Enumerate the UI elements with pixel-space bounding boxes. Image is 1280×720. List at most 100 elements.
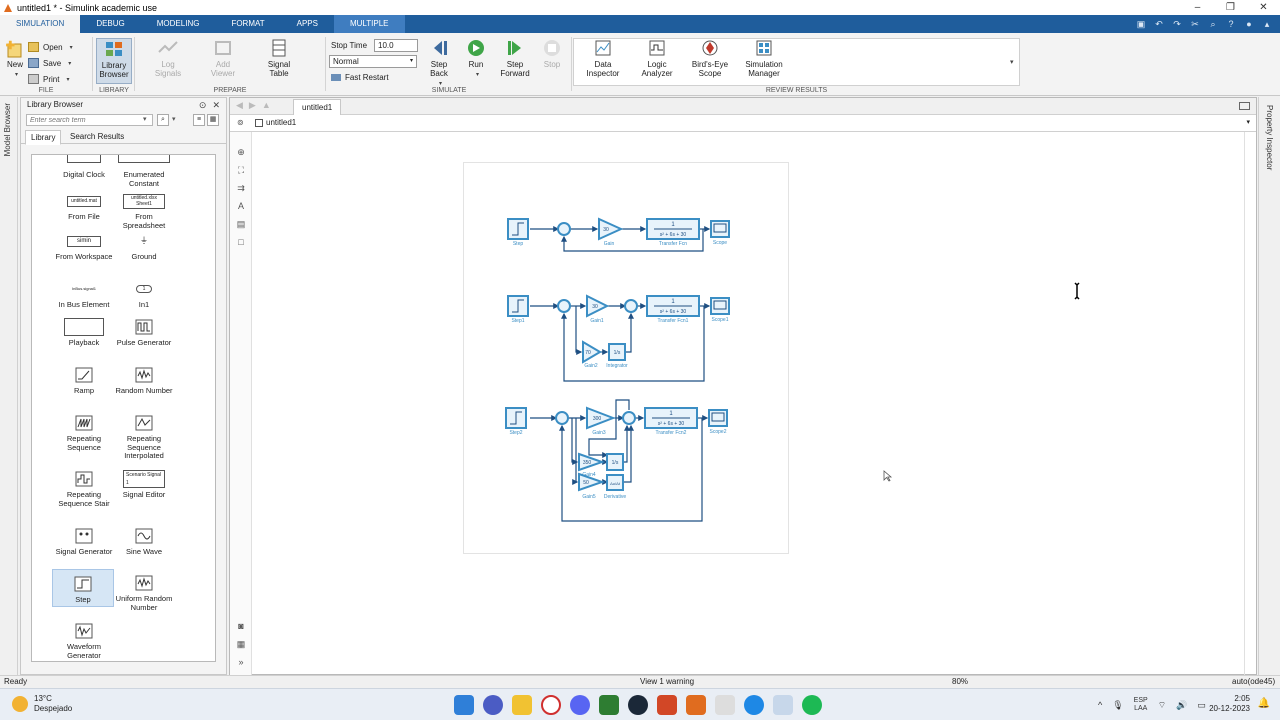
data-inspector-button[interactable]: Data Inspector	[585, 38, 621, 78]
tab-simulation[interactable]: SIMULATION	[0, 15, 81, 33]
library-item-signal-generator[interactable]: Signal Generator	[54, 526, 114, 557]
annotation-icon[interactable]: A	[235, 200, 247, 212]
community-icon[interactable]: ●	[1242, 17, 1256, 31]
tab-multiple[interactable]: MULTIPLE	[333, 15, 405, 33]
library-item-repeating-sequence[interactable]: Repeating Sequence	[54, 413, 114, 452]
tab-modeling[interactable]: MODELING	[141, 15, 216, 33]
properties-icon[interactable]: ▦	[235, 638, 247, 650]
tab-debug[interactable]: DEBUG	[80, 15, 140, 33]
ribbon-overflow-icon[interactable]: ▾	[1010, 58, 1014, 66]
up-arrow-icon[interactable]: ▲	[262, 100, 271, 111]
volume-icon[interactable]: 🔊	[1176, 700, 1187, 711]
log-signals-button[interactable]: Log Signals	[149, 38, 187, 78]
sum4-block[interactable]	[622, 411, 636, 425]
library-item-sine-wave[interactable]: Sine Wave	[114, 526, 174, 557]
file-explorer-icon[interactable]	[512, 695, 532, 715]
property-inspector-tab[interactable]: Property Inspector	[1265, 105, 1274, 170]
canvas-scrollbar[interactable]	[1244, 132, 1256, 675]
library-item-playback[interactable]: Playback	[54, 317, 114, 348]
help-icon[interactable]: ?	[1224, 17, 1238, 31]
notepad-icon[interactable]	[715, 695, 735, 715]
close-icon[interactable]: ✕	[1247, 0, 1280, 15]
expand-palette-icon[interactable]: »	[235, 656, 247, 668]
run-button[interactable]: Run ▾	[464, 38, 488, 80]
collapse-ribbon-icon[interactable]: ▴	[1260, 17, 1274, 31]
hide-explorer-icon[interactable]: ⊚	[237, 118, 244, 127]
new-button[interactable]: New ▾	[4, 38, 26, 80]
library-item-from-file[interactable]: untitled.mat From File	[54, 191, 114, 222]
screenshot-icon[interactable]: ◙	[235, 620, 247, 632]
undo-icon[interactable]: ↶	[1152, 17, 1166, 31]
model-browser-tab[interactable]: Model Browser	[3, 103, 12, 156]
chevron-down-icon[interactable]: ▾	[1246, 118, 1250, 126]
library-item-in-bus-element[interactable]: InBus.signal1 In Bus Element	[54, 279, 114, 310]
windows-start-icon[interactable]	[454, 695, 474, 715]
save-quick-icon[interactable]: ▣	[1134, 17, 1148, 31]
library-item-signal-editor[interactable]: Scenario Signal 1 Signal Editor	[114, 469, 174, 500]
search-docs-icon[interactable]: ⌕	[1206, 17, 1220, 31]
fast-restart-button[interactable]: Fast Restart	[331, 73, 389, 82]
language-indicator[interactable]: ESP LAA	[1134, 697, 1148, 713]
solver-link[interactable]: auto(ode45)	[1232, 677, 1275, 686]
tab-untitled1[interactable]: untitled1	[293, 99, 342, 115]
library-item-from-workspace[interactable]: simin From Workspace	[54, 231, 114, 262]
library-item-repeating-sequence-interpolated[interactable]: Repeating Sequence Interpolated	[114, 413, 174, 461]
maximize-icon[interactable]: ❐	[1214, 0, 1247, 15]
library-item-uniform-random-number[interactable]: Uniform Random Number	[114, 573, 174, 612]
library-item-ramp[interactable]: Ramp	[54, 365, 114, 396]
tab-library[interactable]: Library	[25, 130, 62, 145]
library-item-ground[interactable]: ⏚ Ground	[114, 231, 174, 262]
photos-icon[interactable]	[773, 695, 793, 715]
list-view-icon[interactable]: ≡	[193, 114, 205, 126]
warning-link[interactable]: View 1 warning	[640, 677, 694, 686]
library-item-waveform-generator[interactable]: Waveform Generator	[54, 621, 114, 660]
network-icon[interactable]: ⌔	[1158, 700, 1166, 711]
signal-table-button[interactable]: Signal Table	[261, 38, 297, 78]
edge-icon[interactable]	[744, 695, 764, 715]
steam-icon[interactable]	[628, 695, 648, 715]
breadcrumb[interactable]: untitled1	[266, 118, 296, 127]
step-forward-button[interactable]: Step Forward	[499, 38, 531, 78]
birds-eye-scope-button[interactable]: Bird's-Eye Scope	[690, 38, 730, 78]
discord-icon[interactable]	[570, 695, 590, 715]
forward-arrow-icon[interactable]: ▶	[249, 100, 256, 111]
library-item-in1[interactable]: 1 In1	[114, 279, 174, 310]
microphone-icon[interactable]: 🎙	[1112, 700, 1123, 711]
add-viewer-button[interactable]: Add Viewer	[205, 38, 241, 78]
tab-apps[interactable]: APPS	[281, 15, 334, 33]
tab-search-results[interactable]: Search Results	[65, 130, 129, 143]
library-browser-button[interactable]: Library Browser	[96, 38, 132, 84]
spotify-icon[interactable]	[802, 695, 822, 715]
close-panel-icon[interactable]: ✕	[212, 98, 220, 112]
area-icon[interactable]: □	[235, 236, 247, 248]
sum-block[interactable]	[557, 222, 571, 236]
opera-icon[interactable]	[541, 695, 561, 715]
sum1-block[interactable]	[557, 299, 571, 313]
library-item-digital-clock[interactable]: Digital Clock	[54, 155, 114, 180]
battery-icon[interactable]: ▭	[1197, 700, 1206, 711]
stop-button[interactable]: Stop	[541, 38, 563, 69]
redo-icon[interactable]: ↷	[1170, 17, 1184, 31]
simulation-mode-select[interactable]: Normal ▾	[329, 55, 417, 68]
library-item-repeating-sequence-stair[interactable]: Repeating Sequence Stair	[54, 469, 114, 508]
library-item-enumerated-constant[interactable]: Enumerated Constant	[114, 155, 174, 188]
library-item-step[interactable]: Step	[52, 569, 114, 607]
powerpoint-icon[interactable]	[657, 695, 677, 715]
fit-view-icon[interactable]: ⛶	[235, 164, 247, 176]
library-item-from-spreadsheet[interactable]: untitled.xlsx Sheet1 From Spreadsheet	[114, 191, 174, 230]
back-arrow-icon[interactable]: ◀	[236, 100, 243, 111]
stop-time-input[interactable]: 10.0	[374, 39, 418, 52]
panel-menu-icon[interactable]: ⊙	[199, 98, 207, 112]
notification-bell-icon[interactable]: 🔔	[1258, 698, 1270, 709]
open-button[interactable]: Open ▾	[28, 42, 73, 52]
library-item-random-number[interactable]: Random Number	[114, 365, 174, 396]
image-icon[interactable]: ▤	[235, 218, 247, 230]
simulation-manager-button[interactable]: Simulation Manager	[743, 38, 785, 78]
library-item-pulse-generator[interactable]: Pulse Generator	[114, 317, 174, 348]
save-button[interactable]: Save ▾	[28, 58, 71, 68]
minimize-icon[interactable]: –	[1181, 0, 1214, 15]
step-back-button[interactable]: Step Back ▾	[425, 38, 453, 89]
print-button[interactable]: Print ▾	[28, 74, 69, 84]
chevron-up-icon[interactable]: ^	[1098, 700, 1102, 710]
editor-options-icon[interactable]	[1239, 102, 1250, 110]
